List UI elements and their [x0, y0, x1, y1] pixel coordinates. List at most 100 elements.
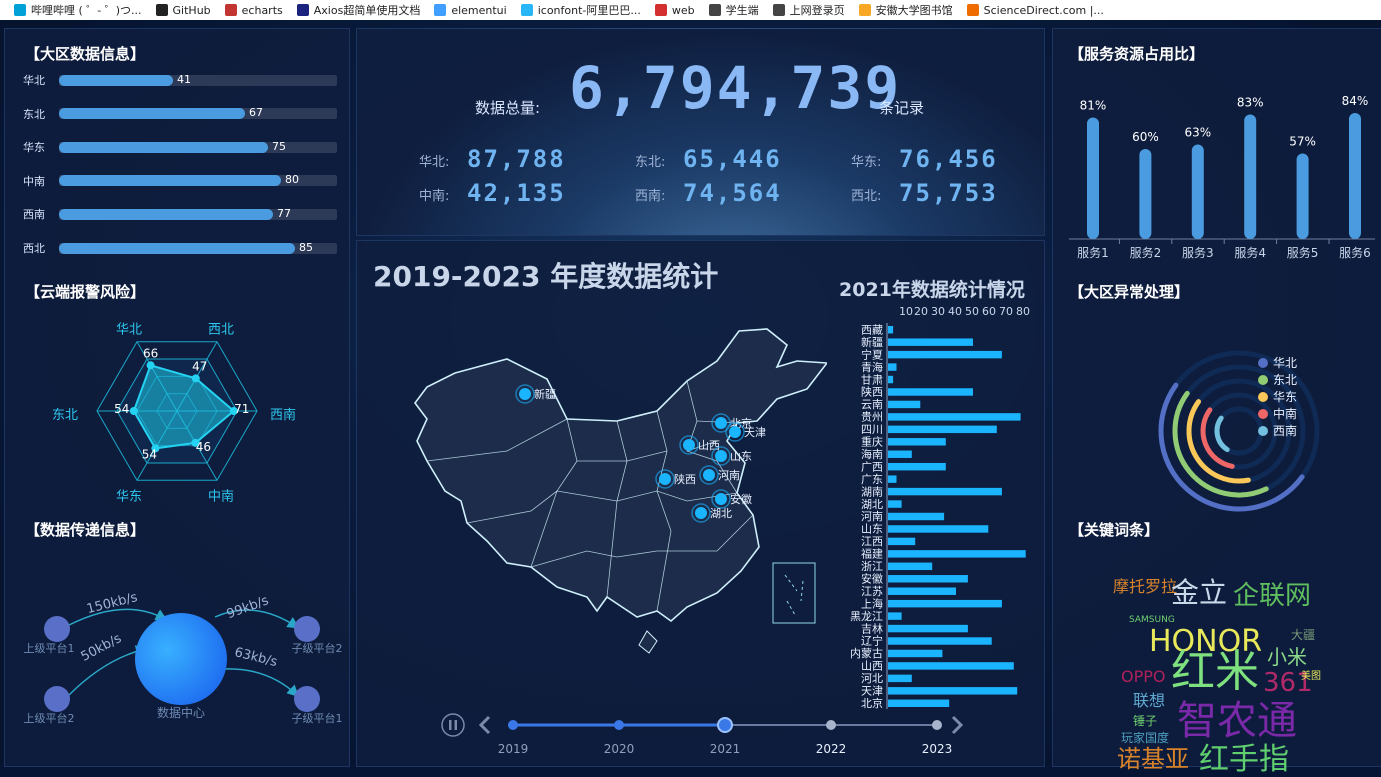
region-count-value: 75,753 [899, 179, 998, 207]
province-label: 广东 [861, 473, 883, 486]
bookmark-item[interactable]: 上网登录页 [772, 2, 845, 18]
legend-label: 中南 [1273, 406, 1297, 421]
region-bar-row: 华东 75 [23, 140, 343, 154]
region-count-value: 42,135 [467, 179, 566, 207]
platform-node [294, 616, 320, 642]
province-label: 江西 [861, 535, 883, 548]
region-bar-fill [59, 208, 273, 220]
platform-label: 上级平台1 [24, 641, 75, 655]
bookmark-item[interactable]: elementui [434, 4, 507, 17]
region-bar-track: 77 [59, 206, 337, 220]
radar-value: 46 [196, 440, 211, 454]
map-subtitle: 2021年数据统计情况 [839, 279, 1025, 301]
province-bar [888, 562, 933, 571]
bookmark-item[interactable]: GitHub [155, 4, 211, 17]
keyword[interactable]: 摩托罗拉 [1113, 579, 1177, 595]
keyword[interactable]: 美图 [1301, 672, 1321, 682]
region-count-label: 东北: [635, 155, 666, 170]
province-bar [888, 550, 1026, 558]
x-tick-label: 80 [1016, 307, 1030, 318]
platform-node [44, 686, 70, 712]
bookmark-item[interactable]: 哔哩哔哩 ( ゜- ゜)つ... [14, 2, 142, 18]
keyword[interactable]: 联想 [1133, 693, 1165, 709]
keyword[interactable]: 锤子 [1133, 715, 1157, 727]
keyword[interactable]: 诺基亚 [1117, 747, 1189, 771]
service-label: 服务1 [1077, 245, 1109, 260]
keyword[interactable]: 企联网 [1233, 583, 1311, 609]
service-bar [1191, 144, 1204, 239]
service-bar-chart: 81% 服务1 60% 服务2 63% 服务3 83% 服务4 57% 服务5 84% 服务6 [1069, 94, 1375, 260]
timeline-point [717, 717, 733, 733]
map-title: 2019-2023 年度数据统计 [373, 260, 719, 293]
bookmark-icon [966, 4, 979, 16]
bookmark-item[interactable]: 学生端 [708, 2, 759, 18]
keyword[interactable]: 红米 [1171, 650, 1259, 694]
service-bar-value: 83% [1237, 96, 1264, 110]
region-bar-value: 77 [277, 206, 291, 220]
radar-axis-label: 华东 [116, 489, 142, 504]
bookmark-item[interactable]: web [654, 4, 695, 17]
province-label: 陕西 [861, 385, 883, 399]
region-bar-track: 67 [59, 106, 337, 120]
province-bar [888, 438, 946, 446]
anomaly-title: 【大区异常处理】 [1069, 283, 1190, 301]
radar-value: 54 [114, 402, 129, 416]
region-count-label: 华北: [419, 155, 450, 170]
keyword[interactable]: 金立 [1171, 579, 1227, 607]
province-bar [888, 599, 1002, 608]
timeline-point [932, 720, 942, 730]
radar-value: 54 [142, 447, 157, 461]
keyword[interactable]: 红手指 [1199, 745, 1289, 775]
legend-swatch [1258, 375, 1268, 385]
year-timeline: 2019 2020 2021 2022 2023 [441, 713, 964, 756]
transfer-link [68, 608, 168, 626]
bookmark-icon [772, 4, 785, 16]
radar-axis-label: 中南 [208, 488, 234, 504]
keyword[interactable]: OPPO [1121, 669, 1165, 685]
service-bar [1349, 113, 1361, 239]
keyword[interactable]: 智农通 [1177, 701, 1297, 741]
bookmark-item[interactable]: Axios超简单使用文档 [296, 2, 420, 18]
keyword[interactable]: 大疆 [1291, 629, 1315, 641]
province-bar [888, 413, 1021, 421]
bookmark-label: 上网登录页 [789, 4, 845, 17]
province-bar [888, 350, 1002, 359]
total-value: 6,794,739 [569, 54, 902, 122]
bookmark-label: echarts [241, 3, 283, 17]
province-bar-chart: 10 20 30 40 50 60 70 80 西藏新疆宁夏青海甘肃陕西云南贵州四川重庆海南广西… [850, 307, 1030, 710]
region-count-label: 华东: [851, 155, 882, 170]
map-panel: 2019-2023 年度数据统计 2021年数据统计情况 新疆 北京 天津 山西 山东陕… [356, 240, 1045, 767]
region-bar-label: 东北 [23, 107, 45, 121]
bookmark-item[interactable]: 安徽大学图书馆 [858, 2, 953, 18]
city-label: 湖北 [710, 507, 732, 520]
radar-axis-label: 华北 [116, 323, 142, 338]
service-title: 【服务资源占用比】 [1069, 45, 1205, 63]
province-label: 贵州 [861, 411, 883, 424]
bookmark-item[interactable]: iconfont-阿里巴巴... [520, 2, 641, 18]
city-label: 安徽 [730, 492, 752, 506]
region-bar-row: 华北 41 [23, 73, 343, 87]
keyword[interactable]: 玩家国度 [1121, 732, 1169, 744]
city-dot [715, 493, 727, 505]
region-count-label: 中南: [419, 189, 450, 204]
platform-node [44, 616, 70, 642]
city-dot [683, 439, 695, 451]
province-bar [888, 450, 912, 458]
bookmark-item[interactable]: ScienceDirect.com |... [966, 4, 1104, 17]
timeline-year: 2023 [922, 742, 953, 756]
bookmark-item[interactable]: echarts [224, 3, 283, 17]
province-bar [888, 525, 989, 533]
radar-axis-label: 西北 [208, 323, 234, 338]
platform-label: 子级平台1 [292, 711, 343, 725]
left-panel: 【大区数据信息】 华北 41 东北 67 华东 75 中南 80 西南 77 西北 85 【云端报警风… [4, 28, 350, 767]
province-label: 宁夏 [861, 347, 883, 361]
anomaly-ring-chart: 华北东北华东中南西南 [1158, 350, 1320, 512]
region-bar-fill [59, 175, 281, 187]
city-dot [715, 417, 727, 429]
province-label: 安徽 [861, 571, 883, 585]
bookmark-label: 安徽大学图书馆 [875, 4, 953, 17]
legend-label: 华北 [1273, 356, 1297, 370]
transfer-rate: 99kb/s [225, 593, 271, 622]
province-bar [888, 375, 894, 384]
keyword[interactable]: 小米 [1267, 647, 1307, 667]
